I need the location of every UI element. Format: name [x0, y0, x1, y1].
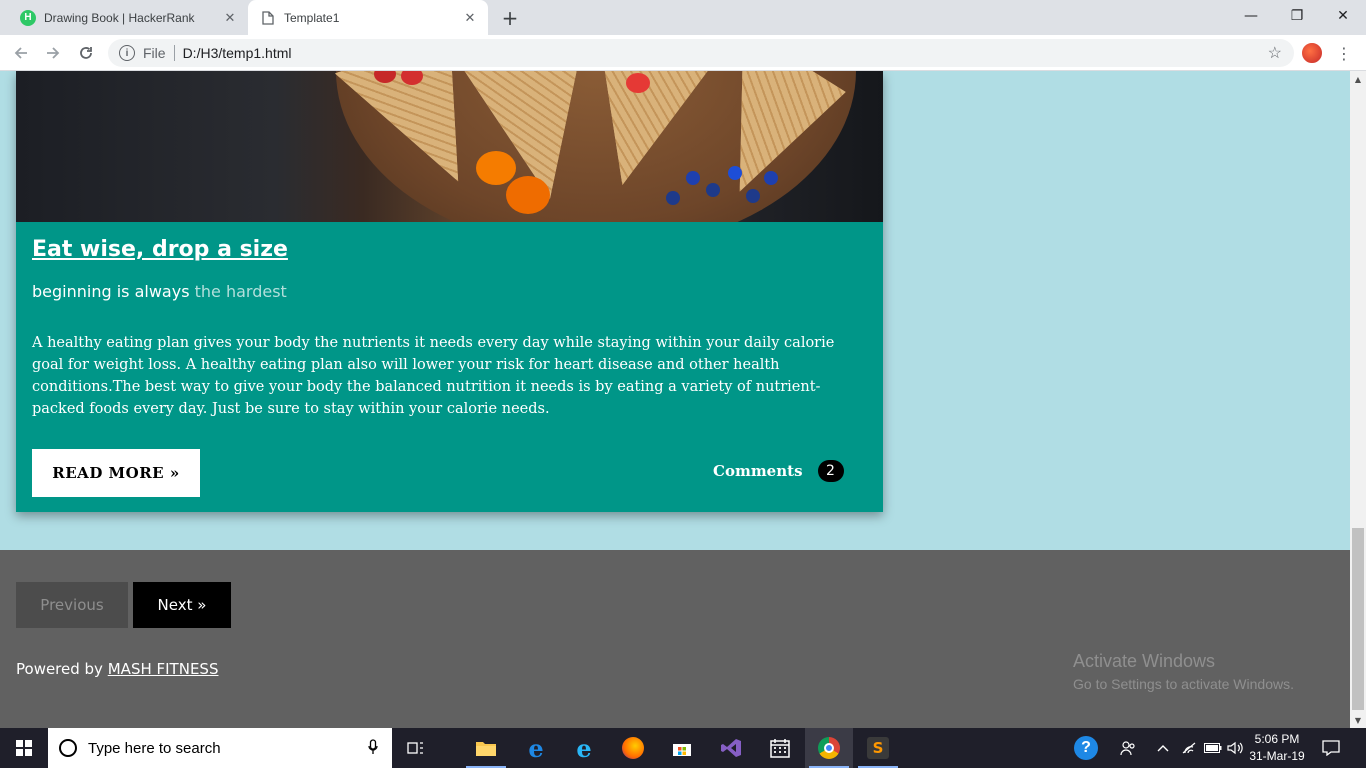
previous-button[interactable]: Previous — [16, 582, 128, 628]
battery-icon[interactable] — [1204, 728, 1222, 768]
task-view-icon[interactable] — [392, 728, 440, 768]
taskbar-clock[interactable]: 5:06 PM 31-Mar-19 — [1246, 731, 1308, 765]
card-title[interactable]: Eat wise, drop a size — [32, 237, 288, 262]
help-icon[interactable]: ? — [1074, 728, 1098, 768]
close-icon[interactable]: ✕ — [222, 10, 238, 26]
blueberry — [728, 166, 742, 180]
forward-arrow-icon[interactable] — [41, 41, 65, 65]
windows-logo-icon — [16, 740, 32, 756]
browser-toolbar: i File D:/H3/temp1.html ☆ ⋮ — [0, 35, 1366, 71]
blueberry — [746, 189, 760, 203]
address-bar[interactable]: i File D:/H3/temp1.html ☆ — [108, 39, 1294, 67]
info-icon[interactable]: i — [119, 45, 135, 61]
page-viewport: Eat wise, drop a size beginning is alway… — [0, 71, 1350, 728]
omnibox-divider — [173, 45, 175, 61]
url-scheme: File — [143, 45, 166, 61]
microphone-icon[interactable] — [368, 738, 378, 758]
comments-count-badge: 2 — [817, 460, 844, 482]
blueberry — [706, 183, 720, 197]
blueberry — [764, 171, 778, 185]
firefox-icon[interactable] — [609, 728, 657, 768]
apricot — [506, 176, 550, 214]
blueberry — [686, 171, 700, 185]
read-more-button[interactable]: READ MORE » — [32, 449, 200, 497]
article-card: Eat wise, drop a size beginning is alway… — [16, 71, 883, 512]
watermark-subtitle: Go to Settings to activate Windows. — [1073, 676, 1294, 692]
calendar-icon[interactable] — [756, 728, 804, 768]
vertical-scrollbar[interactable]: ▲ ▼ — [1350, 71, 1366, 728]
edge-icon[interactable]: e — [512, 728, 560, 768]
hero-image — [16, 71, 883, 222]
minimize-button[interactable]: — — [1228, 0, 1274, 32]
scroll-up-arrow-icon[interactable]: ▲ — [1350, 71, 1366, 87]
page-icon — [260, 10, 276, 26]
chrome-icon[interactable] — [805, 728, 853, 768]
wifi-icon[interactable] — [1181, 728, 1197, 768]
clock-time: 5:06 PM — [1254, 732, 1300, 746]
clock-date: 31-Mar-19 — [1249, 749, 1305, 763]
close-icon[interactable]: ✕ — [462, 10, 478, 26]
comments-link[interactable]: Comments 2 — [713, 460, 844, 482]
search-placeholder: Type here to search — [88, 739, 221, 757]
people-icon[interactable] — [1120, 728, 1136, 768]
sublime-text-icon[interactable]: S — [854, 728, 902, 768]
tab-label: Template1 — [284, 10, 340, 25]
chevron-up-icon[interactable] — [1157, 728, 1169, 768]
strawberry — [626, 73, 650, 93]
card-subtitle: beginning is always the hardest — [32, 282, 287, 301]
internet-explorer-icon[interactable]: e — [560, 728, 608, 768]
tab-label: Drawing Book | HackerRank — [44, 10, 195, 25]
volume-icon[interactable] — [1227, 728, 1243, 768]
windows-taskbar: Type here to search e e S ? 5:06 PM 31-M… — [0, 728, 1366, 768]
activate-windows-watermark: Activate Windows Go to Settings to activ… — [1073, 651, 1294, 692]
powered-link[interactable]: MASH FITNESS — [108, 660, 219, 678]
subtitle-main: beginning is always — [32, 282, 190, 301]
subtitle-muted: the hardest — [194, 282, 287, 301]
card-body: Eat wise, drop a size beginning is alway… — [16, 222, 883, 512]
back-arrow-icon[interactable] — [9, 41, 33, 65]
bookmark-star-icon[interactable]: ☆ — [1268, 43, 1282, 63]
hackerrank-icon: H — [20, 9, 36, 26]
url-text[interactable]: D:/H3/temp1.html — [183, 45, 292, 61]
store-icon[interactable] — [658, 728, 706, 768]
scroll-down-arrow-icon[interactable]: ▼ — [1350, 712, 1366, 728]
tab-hackerrank[interactable]: H Drawing Book | HackerRank ✕ — [8, 0, 248, 35]
watermark-title: Activate Windows — [1073, 651, 1216, 671]
powered-by: Powered by MASH FITNESS — [16, 660, 218, 678]
apricot — [476, 151, 516, 185]
new-tab-button[interactable]: + — [498, 6, 522, 30]
visual-studio-icon[interactable] — [707, 728, 755, 768]
scrollbar-thumb[interactable] — [1352, 528, 1364, 710]
restore-button[interactable]: ❐ — [1274, 0, 1320, 32]
next-button[interactable]: Next » — [133, 582, 231, 628]
browser-titlebar: H Drawing Book | HackerRank ✕ Template1 … — [0, 0, 1366, 35]
menu-dots-icon[interactable]: ⋮ — [1336, 41, 1352, 65]
page-footer: Previous Next » Powered by MASH FITNESS … — [0, 550, 1350, 728]
card-text: A healthy eating plan gives your body th… — [32, 335, 835, 417]
blueberry — [666, 191, 680, 205]
comments-label: Comments — [713, 462, 803, 480]
cortana-icon — [59, 739, 77, 757]
file-explorer-icon[interactable] — [462, 728, 510, 768]
taskbar-search[interactable]: Type here to search — [48, 728, 392, 768]
close-window-button[interactable]: ✕ — [1320, 0, 1366, 32]
notifications-icon[interactable] — [1322, 728, 1340, 768]
powered-prefix: Powered by — [16, 660, 103, 678]
reload-icon[interactable] — [74, 41, 98, 65]
tab-template1[interactable]: Template1 ✕ — [248, 0, 488, 35]
profile-avatar[interactable] — [1301, 42, 1323, 64]
start-button[interactable] — [0, 728, 48, 768]
